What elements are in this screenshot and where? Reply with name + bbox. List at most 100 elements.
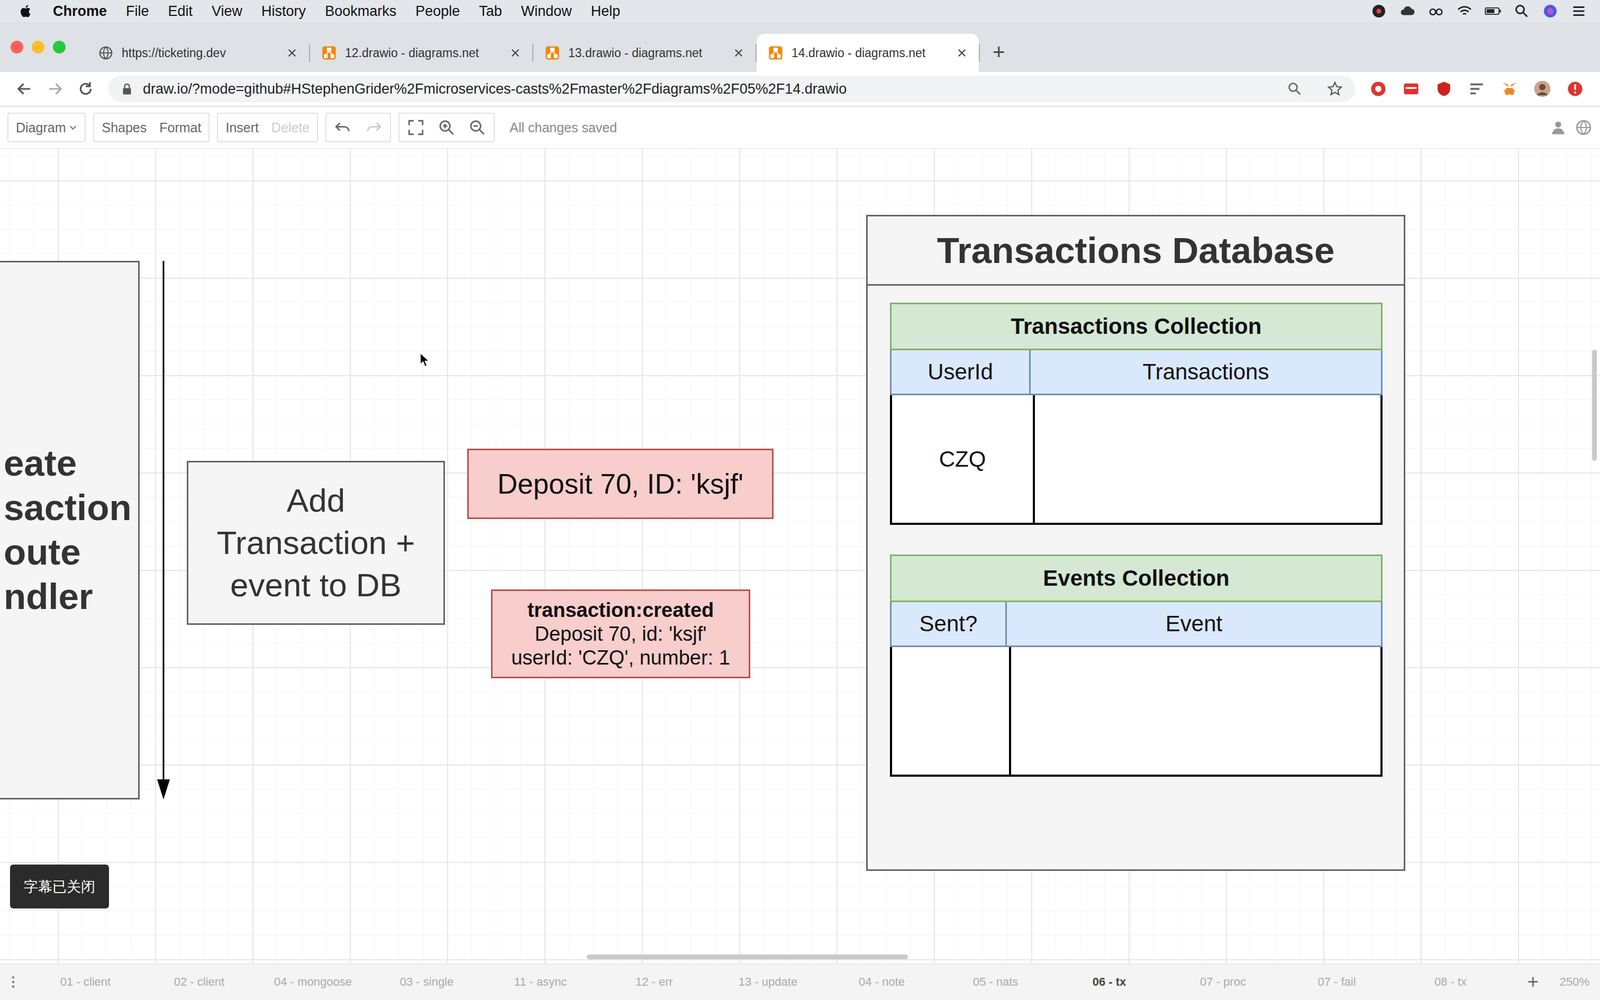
- table-cell: [1032, 395, 1381, 523]
- diagram-canvas[interactable]: eatesactionoutendler AddTransaction +eve…: [0, 148, 1600, 964]
- close-tab-icon[interactable]: [956, 47, 968, 59]
- notification-list-icon[interactable]: [1570, 3, 1588, 20]
- event-record[interactable]: transaction:created Deposit 70, id: 'ksj…: [491, 589, 751, 679]
- new-tab-button[interactable]: +: [992, 40, 1005, 65]
- battery-icon[interactable]: [1484, 3, 1502, 20]
- browser-tab[interactable]: 14.drawio - diagrams.net: [756, 33, 979, 72]
- step-text: Add: [286, 479, 345, 522]
- url-field[interactable]: draw.io/?mode=github#HStephenGrider%2Fmi…: [107, 75, 1356, 103]
- zoom-icon[interactable]: [1286, 80, 1303, 97]
- menu-item[interactable]: View: [211, 3, 243, 20]
- record-text: Deposit 70, ID: 'ksjf': [497, 467, 744, 500]
- page-tab[interactable]: 04 - mongoose: [256, 975, 370, 989]
- step-box[interactable]: AddTransaction +event to DB: [186, 460, 445, 625]
- dropdown-chevron-icon[interactable]: [68, 123, 78, 132]
- event-text: userId: 'CZQ', number: 1: [511, 646, 731, 670]
- add-page-button[interactable]: +: [1527, 970, 1539, 994]
- forward-arrow-icon[interactable]: [46, 80, 64, 98]
- page-tab[interactable]: 13 - update: [711, 975, 825, 989]
- column-header: UserId: [889, 350, 1031, 396]
- app-menu[interactable]: Chrome: [52, 3, 107, 20]
- update-icon[interactable]: [1566, 79, 1585, 98]
- menu-item[interactable]: Help: [591, 3, 621, 20]
- fullscreen-icon[interactable]: [406, 118, 425, 137]
- wifi-icon[interactable]: [1456, 3, 1474, 20]
- star-icon[interactable]: [1326, 80, 1343, 97]
- toolbar-button[interactable]: Format: [159, 120, 202, 136]
- page-tab[interactable]: 07 - fail: [1279, 975, 1394, 989]
- page-tab[interactable]: 03 - single: [369, 975, 484, 989]
- menu-item[interactable]: History: [261, 3, 306, 20]
- toolbar-button[interactable]: Shapes: [101, 120, 147, 136]
- lock-icon[interactable]: [120, 82, 134, 96]
- page-tab[interactable]: 11 - async: [483, 975, 598, 989]
- page-tab[interactable]: 07 - proc: [1166, 975, 1280, 989]
- zoom-out-icon[interactable]: [468, 118, 487, 137]
- apple-icon[interactable]: [17, 3, 34, 20]
- toolbar-group: Shapes Format: [93, 112, 210, 143]
- toolbar-group: Insert Delete: [216, 112, 318, 143]
- user-icon[interactable]: [1549, 118, 1568, 137]
- database-container[interactable]: Transactions Database Transactions Colle…: [866, 214, 1406, 871]
- drawio-icon: [321, 45, 337, 61]
- menu-item[interactable]: Edit: [168, 3, 194, 20]
- close-tab-icon[interactable]: [733, 47, 744, 59]
- back-arrow-icon[interactable]: [15, 80, 33, 98]
- toolbar-button[interactable]: Delete: [271, 120, 310, 136]
- flow-arrow[interactable]: [155, 260, 172, 801]
- extension-icon[interactable]: [1434, 79, 1453, 98]
- minimize-window-button[interactable]: [31, 40, 45, 54]
- globe-icon[interactable]: [1574, 118, 1593, 137]
- menu-item[interactable]: People: [415, 3, 460, 20]
- page-tab[interactable]: 06 - tx: [1052, 975, 1167, 989]
- undo-icon[interactable]: [333, 118, 352, 137]
- table-cell: CZQ: [892, 395, 1033, 523]
- extension-icon[interactable]: [1402, 79, 1421, 98]
- glasses-icon[interactable]: [1427, 3, 1445, 20]
- collection-title: Events Collection: [889, 554, 1383, 603]
- siri-icon[interactable]: [1541, 3, 1559, 20]
- close-tab-icon[interactable]: [286, 47, 298, 59]
- tab-separator: [978, 43, 980, 62]
- toolbar-button[interactable]: Diagram: [15, 120, 66, 136]
- metamask-icon[interactable]: [1500, 79, 1519, 98]
- zoom-in-icon[interactable]: [437, 118, 456, 137]
- search-icon[interactable]: [1513, 3, 1531, 20]
- browser-tab[interactable]: 12.drawio - diagrams.net: [310, 33, 533, 72]
- page-tab[interactable]: 02 - client: [142, 975, 257, 989]
- menu-item[interactable]: Bookmarks: [324, 3, 397, 20]
- browser-tab[interactable]: 13.drawio - diagrams.net: [533, 33, 756, 72]
- reload-icon[interactable]: [77, 80, 95, 98]
- zoom-window-button[interactable]: [52, 40, 66, 54]
- menu-item[interactable]: Tab: [478, 3, 503, 20]
- page-tab[interactable]: 04 - note: [824, 975, 939, 989]
- collection-title: Transactions Collection: [889, 302, 1383, 351]
- toolbar-button[interactable]: Insert: [225, 120, 259, 136]
- horizontal-scrollbar[interactable]: [586, 954, 908, 960]
- page-tab[interactable]: 12 - err: [597, 975, 712, 989]
- menu-item[interactable]: Window: [521, 3, 572, 20]
- page-tab[interactable]: 08 - tx: [1393, 975, 1508, 989]
- profile-avatar-icon[interactable]: [1533, 79, 1552, 98]
- close-window-button[interactable]: [10, 40, 24, 54]
- extension-status-icon[interactable]: [1370, 3, 1388, 20]
- extension-icon[interactable]: [1369, 79, 1388, 98]
- vertical-scrollbar[interactable]: [1592, 349, 1597, 461]
- menu-item[interactable]: File: [125, 3, 150, 20]
- cloud-icon[interactable]: [1398, 3, 1416, 20]
- close-tab-icon[interactable]: [510, 47, 521, 59]
- collection-row: [889, 647, 1383, 777]
- more-options-icon[interactable]: [10, 975, 16, 989]
- collection-table[interactable]: Events Collection Sent?Event: [889, 554, 1383, 777]
- route-handler-box[interactable]: eatesactionoutendler: [0, 260, 140, 800]
- page-tab[interactable]: 01 - client: [28, 975, 143, 989]
- extension-icon[interactable]: [1467, 79, 1486, 98]
- table-cell: [1008, 647, 1381, 775]
- zoom-level[interactable]: 250%: [1559, 975, 1590, 989]
- transaction-record[interactable]: Deposit 70, ID: 'ksjf': [467, 448, 774, 520]
- tab-title: 13.drawio - diagrams.net: [568, 46, 725, 61]
- collection-table[interactable]: Transactions Collection UserIdTransactio…: [889, 302, 1383, 525]
- redo-icon[interactable]: [364, 118, 383, 137]
- browser-tab[interactable]: https://ticketing.dev: [86, 33, 309, 72]
- page-tab[interactable]: 05 - nats: [938, 975, 1053, 989]
